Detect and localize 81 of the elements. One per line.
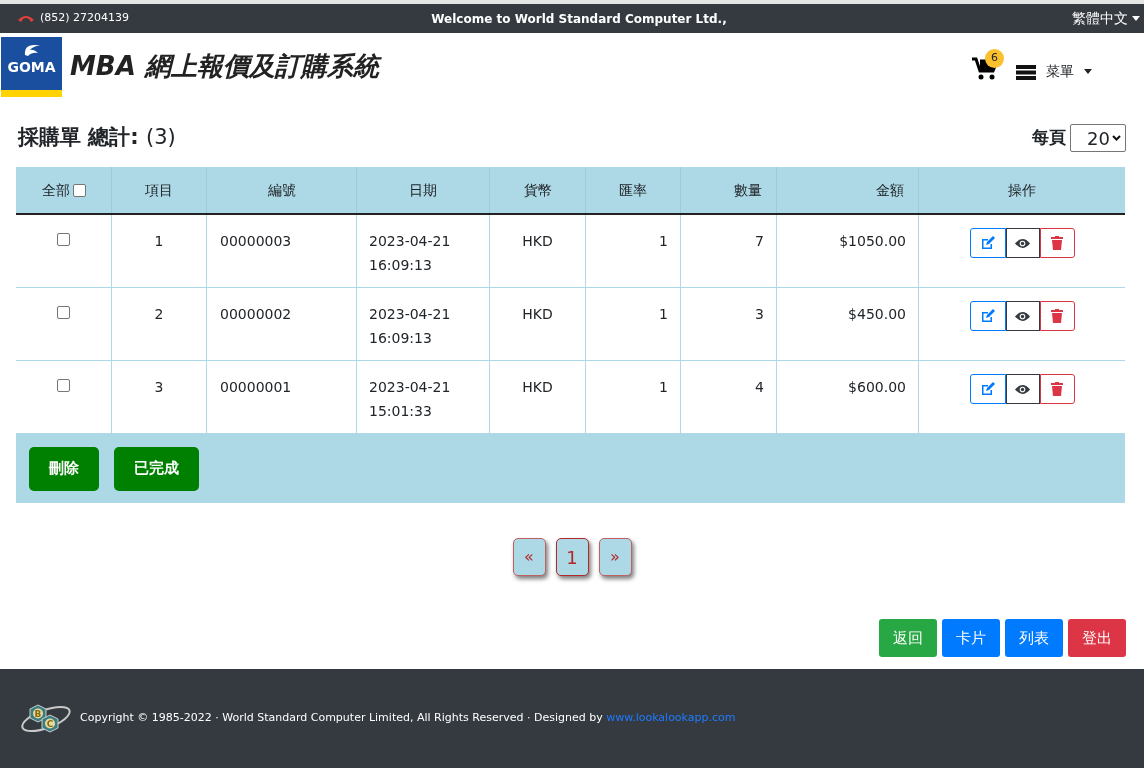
column-header: 匯率 xyxy=(619,180,647,200)
table-cell-text: $1050.00 xyxy=(839,232,906,251)
action-button[interactable]: 卡片 xyxy=(942,619,1000,657)
column-header: 數量 xyxy=(734,180,762,200)
delete-button[interactable] xyxy=(1039,301,1075,331)
table-cell-text: 15:01:33 xyxy=(369,402,433,421)
complete-button[interactable]: 已完成 xyxy=(114,446,199,491)
table-cell-text: HKD xyxy=(522,232,553,251)
eye-icon xyxy=(1015,237,1030,249)
trash-icon xyxy=(1051,236,1063,250)
column-header: 貨幣 xyxy=(523,180,552,200)
language-dropdown[interactable]: 繁體中文 xyxy=(740,8,1140,29)
eye-icon xyxy=(1015,383,1030,395)
menu-dropdown[interactable]: 菜單 xyxy=(1016,61,1092,82)
order-heading: 採購單 總計: (3) xyxy=(18,124,176,152)
edit-icon xyxy=(980,382,995,396)
table-cell-text: 2 xyxy=(154,305,164,324)
select-all-label: 全部 xyxy=(41,180,70,200)
action-button[interactable]: 登出 xyxy=(1068,619,1126,657)
table-cell-text: $450.00 xyxy=(848,305,906,324)
table-cell-text: 2023-04-21 xyxy=(369,305,452,324)
table-cell-text: 2023-04-21 xyxy=(369,232,452,251)
trash-icon xyxy=(1051,382,1063,396)
table-cell: 00000001 xyxy=(220,379,292,395)
edit-button[interactable] xyxy=(969,228,1006,258)
checkbox[interactable] xyxy=(57,306,70,319)
column-header: 金額 xyxy=(876,180,904,200)
table-cell-text: 1 xyxy=(154,232,164,251)
cart-count-badge: 6 xyxy=(985,49,1004,68)
pagination-button[interactable]: » xyxy=(598,538,632,576)
table-cell-text: 16:09:13 xyxy=(369,256,433,275)
delete-button[interactable] xyxy=(1039,374,1075,404)
view-button[interactable] xyxy=(1005,228,1040,258)
table-cell-text: 7 xyxy=(755,232,764,251)
view-button[interactable] xyxy=(1005,301,1040,331)
action-button[interactable]: 返回 xyxy=(879,619,937,657)
delete-selected-button[interactable]: 刪除 xyxy=(29,446,99,491)
table-cell-text: 16:09:13 xyxy=(369,329,433,348)
column-header: 操作 xyxy=(1008,180,1036,200)
per-page-label: 每頁 xyxy=(1032,126,1066,150)
checkbox[interactable] xyxy=(57,233,70,246)
table-cell: 00000002 xyxy=(220,306,292,322)
chevron-down-icon xyxy=(1112,135,1121,141)
designer-link[interactable]: www.lookalookapp.com xyxy=(606,711,736,725)
edit-button[interactable] xyxy=(969,374,1006,404)
caret-icon xyxy=(1132,16,1140,21)
delete-button[interactable] xyxy=(1039,228,1075,258)
trash-icon xyxy=(1051,309,1063,323)
table-cell-text: 3 xyxy=(755,305,764,324)
logo-stripe xyxy=(1,90,62,97)
checkbox[interactable] xyxy=(72,183,86,197)
table-cell-text: 1 xyxy=(659,378,668,397)
table-cell-text: 1 xyxy=(659,305,668,324)
column-header: 項目 xyxy=(145,180,173,200)
welcome-text: Welcome to World Standard Computer Ltd., xyxy=(430,10,728,28)
table-cell-text: 3 xyxy=(154,378,164,397)
checkbox[interactable] xyxy=(57,379,70,392)
column-header: 編號 xyxy=(267,180,296,200)
caret-icon xyxy=(1084,69,1092,74)
eye-icon xyxy=(1015,310,1030,322)
table-cell: 00000003 xyxy=(220,233,292,249)
action-button[interactable]: 列表 xyxy=(1005,619,1063,657)
edit-button[interactable] xyxy=(969,301,1006,331)
view-button[interactable] xyxy=(1005,374,1040,404)
table-cell-text: HKD xyxy=(522,305,553,324)
menu-icon xyxy=(1016,63,1036,80)
table-cell-text: 2023-04-21 xyxy=(369,378,452,397)
column-header: 日期 xyxy=(409,180,437,200)
table-cell-text: $600.00 xyxy=(848,378,906,397)
logo: GOMA xyxy=(1,37,62,97)
edit-icon xyxy=(980,236,995,250)
per-page-select[interactable]: 20 xyxy=(1070,124,1126,152)
edit-icon xyxy=(980,309,995,323)
pagination-button[interactable]: « xyxy=(512,538,546,576)
table-cell-text: HKD xyxy=(522,378,553,397)
table-cell-text: 1 xyxy=(659,232,668,251)
phone-number: (852) 27204139 xyxy=(40,10,130,27)
copyright-text: Copyright © 1985-2022 · World Standard Computer Limited, All Rights Reserved · Designed by www.lookalookapp.com xyxy=(80,710,736,727)
pagination-button[interactable]: 1 xyxy=(555,538,589,576)
phone-icon xyxy=(18,15,34,22)
table-cell-text: 4 xyxy=(755,378,764,397)
